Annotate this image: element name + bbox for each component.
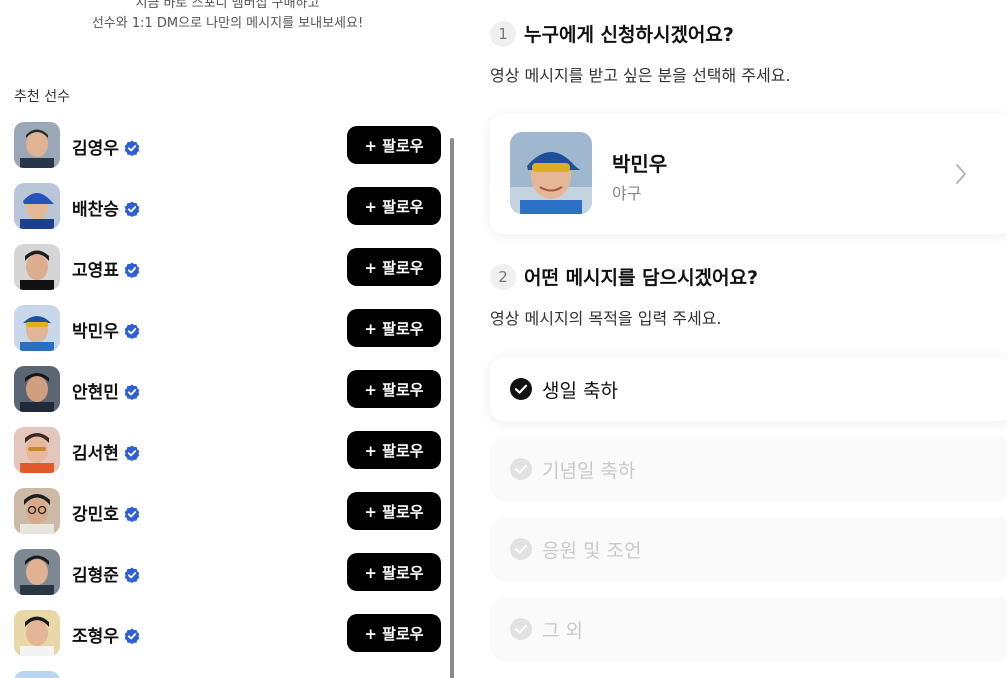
follow-button[interactable]: + 팔로우 [347,248,441,286]
player-name[interactable]: 고영표 [72,256,140,281]
verified-badge-icon [124,323,140,339]
verified-badge-icon [124,506,140,522]
purpose-option-anniversary[interactable]: 기념일 축하 [490,437,1007,501]
purpose-option-other[interactable]: 그 외 [490,597,1007,661]
check-circle-icon [510,538,532,560]
step-title: 어떤 메시지를 담으시겠어요? [524,267,759,289]
step-number: 1 [490,20,516,47]
follow-button[interactable]: + 팔로우 [347,126,441,164]
recommended-panel: 지금 바로 스포디 멤버십 구매하고 선수와 1:1 DM으로 나만의 메시지를… [0,0,455,678]
follow-button[interactable]: + 팔로우 [347,614,441,652]
avatar [14,183,60,229]
avatar [14,305,60,351]
player-row[interactable]: 강민호 + 팔로우 [0,488,452,534]
verified-badge-icon [124,445,140,461]
check-circle-icon [510,618,532,640]
player-name[interactable]: 김서현 [72,439,140,464]
purpose-option-birthday[interactable]: 생일 축하 [490,357,1007,421]
player-row[interactable]: 고영표 + 팔로우 [0,244,452,290]
avatar [14,122,60,168]
verified-badge-icon [124,140,140,156]
player-name[interactable]: 조형우 [72,622,140,647]
player-name[interactable]: 김영우 [72,134,140,159]
player-name[interactable]: 박민우 [72,317,140,342]
step-description: 영상 메시지의 목적을 입력 주세요. [490,309,722,328]
avatar [14,549,60,595]
recipient-name: 박민우 [612,152,668,176]
avatar [14,366,60,412]
verified-badge-icon [124,262,140,278]
option-label: 그 외 [542,619,583,642]
avatar [14,610,60,656]
promo-text: 지금 바로 스포디 멤버십 구매하고 선수와 1:1 DM으로 나만의 메시지를… [0,0,455,34]
avatar [14,488,60,534]
recipient-photo [510,132,592,214]
player-row[interactable]: 안현민 + 팔로우 [0,366,452,412]
follow-button[interactable]: + 팔로우 [347,187,441,225]
player-row[interactable]: 김영우 + 팔로우 [0,122,452,168]
avatar [14,244,60,290]
scrollbar[interactable] [450,138,454,678]
chevron-right-icon [956,164,966,184]
follow-button[interactable]: + 팔로우 [347,492,441,530]
player-row[interactable]: 김형준 + 팔로우 [0,549,452,595]
request-form: 1 누구에게 신청하시겠어요? 영상 메시지를 받고 싶은 분을 선택해 주세요… [470,0,1007,678]
follow-button[interactable]: + 팔로우 [347,553,441,591]
check-circle-icon [510,458,532,480]
verified-badge-icon [124,384,140,400]
option-label: 생일 축하 [542,379,618,402]
step-number: 2 [490,263,516,290]
player-row[interactable]: 배찬승 + 팔로우 [0,183,452,229]
player-name[interactable]: 김형준 [72,561,140,586]
player-row[interactable]: 김서현 + 팔로우 [0,427,452,473]
purpose-option-cheer[interactable]: 응원 및 조언 [490,517,1007,581]
recommended-label: 추천 선수 [14,89,70,105]
follow-button[interactable]: + 팔로우 [347,431,441,469]
recipient-sport: 야구 [612,184,642,203]
step-title: 누구에게 신청하시겠어요? [524,24,734,46]
check-circle-icon [510,378,532,400]
verified-badge-icon [124,567,140,583]
avatar [14,671,60,678]
follow-button[interactable]: + 팔로우 [347,370,441,408]
step-description: 영상 메시지를 받고 싶은 분을 선택해 주세요. [490,66,791,85]
follow-button[interactable]: + 팔로우 [347,309,441,347]
option-label: 기념일 축하 [542,459,636,482]
player-row[interactable]: 박민우 + 팔로우 [0,305,452,351]
promo-line-1: 지금 바로 스포디 멤버십 구매하고 [135,0,320,11]
avatar [14,427,60,473]
player-row[interactable]: 조형우 + 팔로우 [0,610,452,656]
player-name[interactable]: 배찬승 [72,195,140,220]
recipient-selector[interactable]: 박민우 야구 [490,114,1007,234]
step-2-header: 2 어떤 메시지를 담으시겠어요? [490,263,758,290]
step-1-header: 1 누구에게 신청하시겠어요? [490,20,734,47]
verified-badge-icon [124,628,140,644]
option-label: 응원 및 조언 [542,539,642,562]
promo-line-2: 선수와 1:1 DM으로 나만의 메시지를 보내보세요! [91,16,364,31]
verified-badge-icon [124,201,140,217]
page: 지금 바로 스포디 멤버십 구매하고 선수와 1:1 DM으로 나만의 메시지를… [0,0,1007,678]
player-name[interactable]: 안현민 [72,378,140,403]
player-name[interactable]: 강민호 [72,500,140,525]
